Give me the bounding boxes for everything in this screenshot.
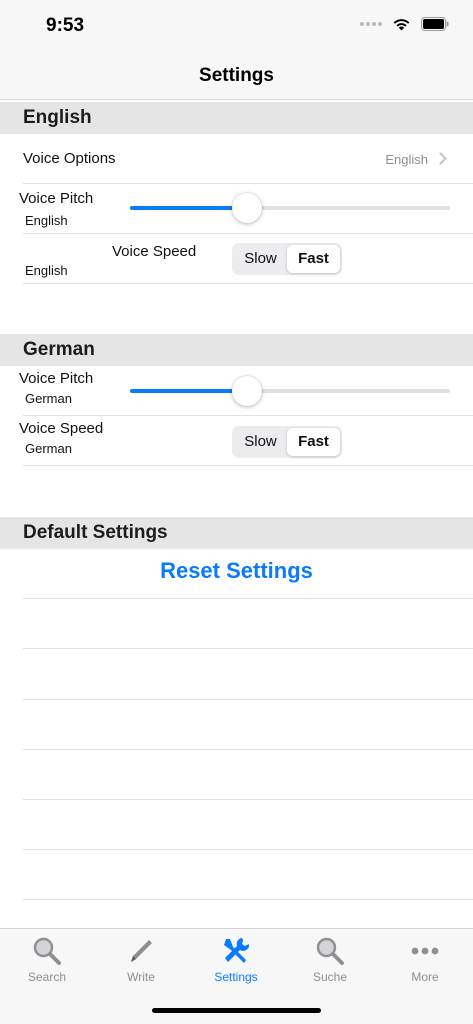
separator <box>23 749 473 750</box>
separator <box>23 415 473 416</box>
status-icons <box>360 17 449 31</box>
english-speed-segmented-control[interactable]: Slow Fast <box>232 243 342 275</box>
separator <box>23 899 473 900</box>
segment-fast[interactable]: Fast <box>287 245 340 273</box>
separator <box>23 283 473 284</box>
section-header-english: English <box>0 102 473 134</box>
german-pitch-slider[interactable] <box>130 376 450 406</box>
voice-options-label: Voice Options <box>23 150 116 167</box>
more-icon <box>411 947 439 955</box>
english-pitch-label: Voice Pitch <box>19 190 94 207</box>
search-icon <box>316 937 344 965</box>
navigation-bar: Settings <box>0 52 473 100</box>
separator <box>23 799 473 800</box>
tab-write[interactable]: Write <box>94 929 188 989</box>
slider-thumb[interactable] <box>231 376 262 406</box>
german-pitch-label: Voice Pitch <box>19 370 94 387</box>
german-speed-sublabel: German <box>25 441 72 456</box>
tab-more[interactable]: More <box>378 929 472 989</box>
separator <box>23 183 473 184</box>
tab-search[interactable]: Search <box>0 929 94 989</box>
slider-thumb[interactable] <box>231 193 262 223</box>
segment-slow[interactable]: Slow <box>234 428 287 456</box>
signal-icon <box>360 22 382 26</box>
segment-slow[interactable]: Slow <box>234 245 287 273</box>
english-pitch-sublabel: English <box>25 213 68 228</box>
english-pitch-slider[interactable] <box>130 193 450 223</box>
slider-fill <box>130 389 247 393</box>
separator <box>23 849 473 850</box>
search-icon <box>33 937 61 965</box>
battery-icon <box>421 17 449 31</box>
slider-fill <box>130 206 247 210</box>
tab-settings[interactable]: Settings <box>189 929 283 989</box>
chevron-right-icon <box>434 152 447 165</box>
separator <box>23 465 473 466</box>
separator <box>23 699 473 700</box>
status-bar: 9:53 <box>0 0 473 52</box>
german-speed-segmented-control[interactable]: Slow Fast <box>232 426 342 458</box>
page-title: Settings <box>199 65 274 86</box>
tab-label: Write <box>127 970 155 984</box>
tab-label: Suche <box>312 970 348 984</box>
german-pitch-sublabel: German <box>25 391 72 406</box>
tab-suche[interactable]: Suche <box>283 929 377 989</box>
pencil-icon <box>131 940 152 962</box>
section-header-german: German <box>0 334 473 366</box>
tab-label: Search <box>27 970 67 984</box>
tab-label: Settings <box>214 970 258 984</box>
english-speed-label: Voice Speed <box>112 243 197 260</box>
separator <box>23 648 473 649</box>
separator <box>23 233 473 234</box>
home-indicator <box>152 1008 321 1013</box>
separator <box>23 598 473 599</box>
german-speed-label: Voice Speed <box>19 420 104 437</box>
english-speed-sublabel: English <box>25 263 68 278</box>
wifi-icon <box>393 19 410 31</box>
section-header-defaults: Default Settings <box>0 517 473 549</box>
voice-options-value: English <box>385 152 428 167</box>
tools-icon <box>224 938 250 963</box>
status-time: 9:53 <box>46 15 85 36</box>
tab-label: More <box>411 970 439 984</box>
reset-settings-button[interactable]: Reset Settings <box>0 558 473 584</box>
segment-fast[interactable]: Fast <box>287 428 340 456</box>
